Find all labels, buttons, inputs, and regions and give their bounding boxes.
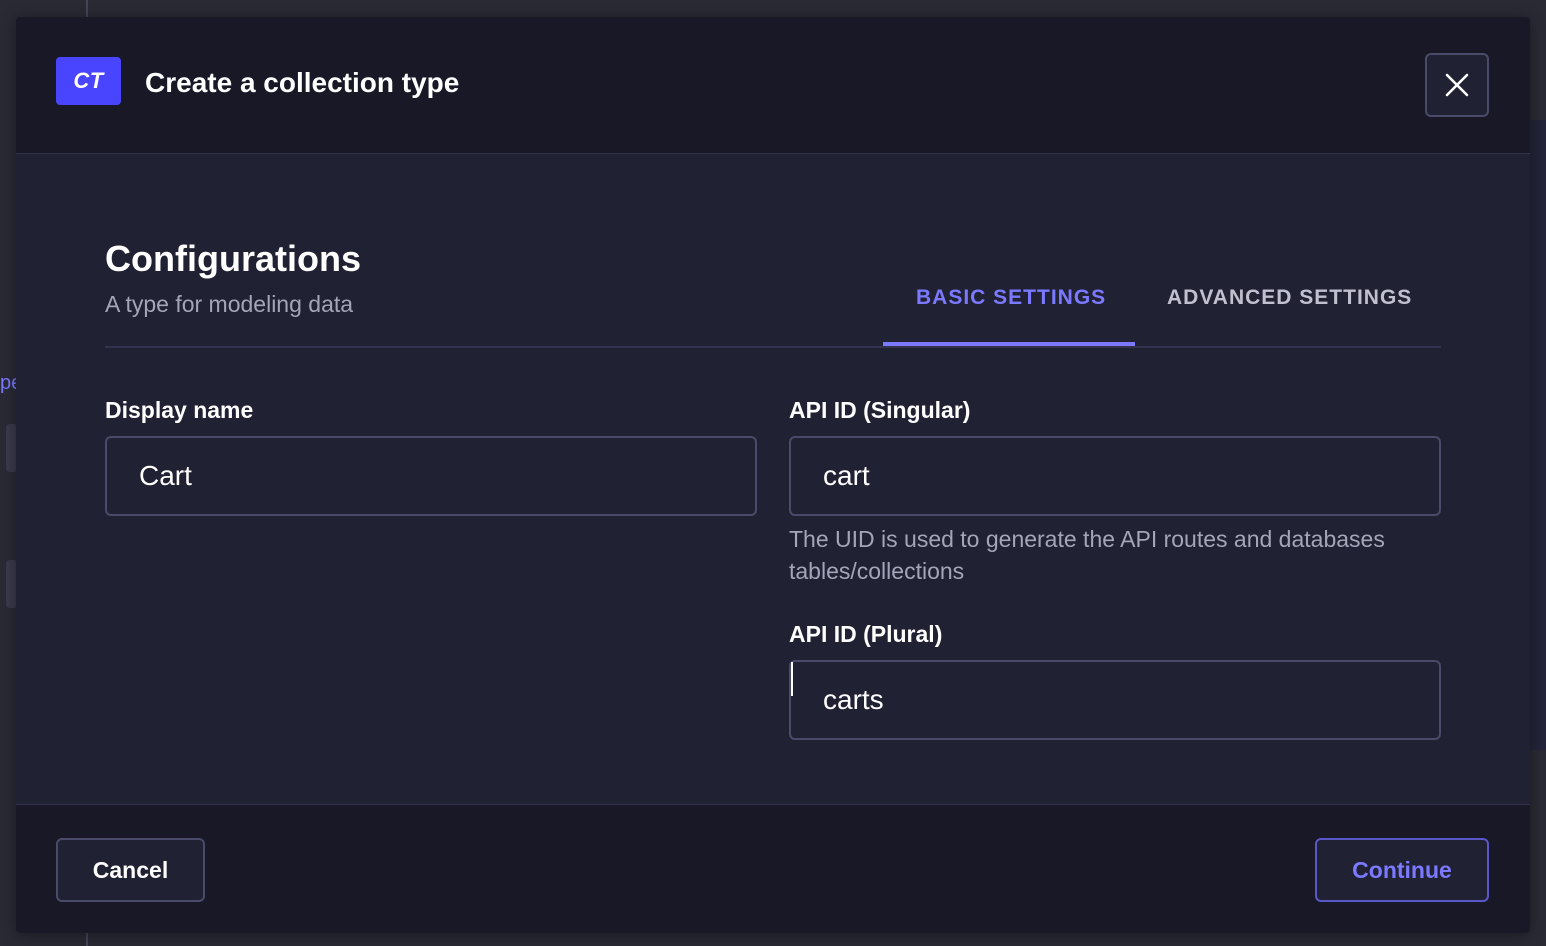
display-name-label: Display name [105,397,254,423]
display-name-input[interactable] [105,436,757,516]
continue-button[interactable]: Continue [1315,838,1489,902]
create-collection-modal: CT Create a collection type Configuratio… [16,17,1530,933]
tabs-divider [105,346,1441,348]
section-title: Configurations [105,238,361,279]
api-id-singular-label: API ID (Singular) [789,397,971,423]
modal-title: Create a collection type [145,67,460,98]
tab-basic-settings[interactable]: BASIC SETTINGS [916,286,1106,310]
active-tab-indicator [883,342,1135,346]
api-id-plural-input[interactable] [789,660,1441,740]
text-caret [791,662,793,696]
close-button[interactable] [1425,53,1489,117]
modal-body: Configurations A type for modeling data … [16,154,1530,804]
cancel-button[interactable]: Cancel [56,838,205,902]
collection-type-badge: CT [56,57,121,105]
api-id-plural-label: API ID (Plural) [789,621,943,647]
section-subtitle: A type for modeling data [105,291,354,317]
api-id-singular-hint: The UID is used to generate the API rout… [789,526,1385,584]
modal-header: CT Create a collection type [16,17,1530,154]
api-id-singular-input[interactable] [789,436,1441,516]
close-icon [1445,73,1469,97]
tab-advanced-settings[interactable]: ADVANCED SETTINGS [1167,286,1412,310]
modal-footer: Cancel Continue [16,804,1530,933]
